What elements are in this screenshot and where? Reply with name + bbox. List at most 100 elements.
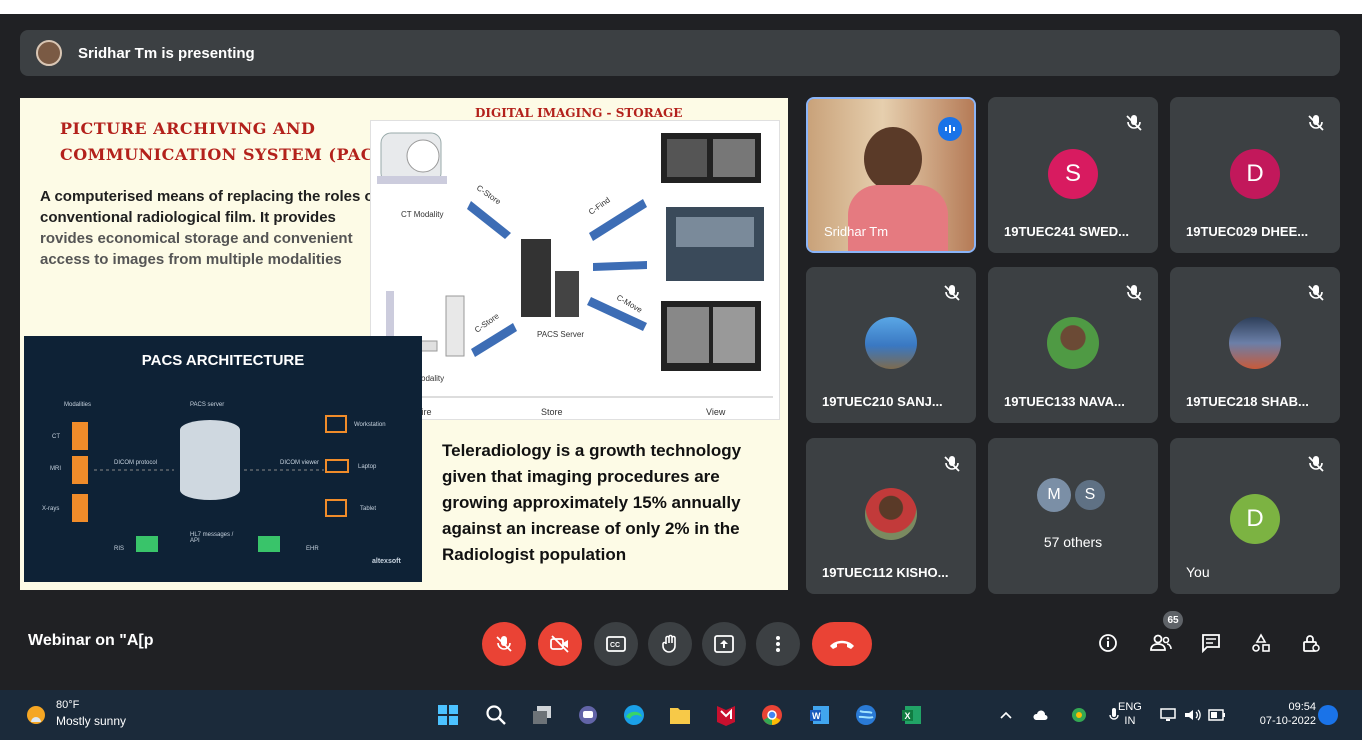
people-count-badge: 65: [1163, 611, 1183, 629]
participant-avatar-photo: [1047, 317, 1099, 369]
notification-badge-icon[interactable]: [1318, 705, 1338, 725]
search-icon[interactable]: [482, 701, 510, 729]
arrow-cstore-1: [467, 201, 511, 239]
presenting-banner: Sridhar Tm is presenting: [20, 30, 1340, 76]
raise-hand-button[interactable]: [648, 622, 692, 666]
participant-tile-others[interactable]: M S 57 others: [988, 438, 1158, 594]
chevron-up-icon: [1000, 711, 1012, 719]
chat-button[interactable]: [1196, 628, 1226, 658]
svg-text:W: W: [812, 711, 821, 721]
info-icon: [1099, 634, 1117, 652]
others-avatar-2: S: [1073, 478, 1107, 512]
mic-off-icon: [1126, 115, 1142, 131]
mic-off-icon: [944, 456, 960, 472]
top-band: [0, 0, 1362, 14]
language-indicator[interactable]: ENG IN: [1118, 700, 1142, 728]
participant-name: 19TUEC133 NAVA...: [1004, 394, 1125, 409]
pacs-server-label: PACS Server: [537, 330, 584, 339]
camera-toggle-button[interactable]: [538, 622, 582, 666]
host-controls-button[interactable]: [1296, 628, 1326, 658]
slide-body-part1: A computerised means of replacing the ro…: [40, 188, 379, 226]
network-sound-battery-icons[interactable]: [1160, 701, 1226, 729]
participant-tile-sridhar[interactable]: Sridhar Tm: [806, 97, 976, 253]
lock-person-icon: [1303, 635, 1320, 652]
mcafee-icon[interactable]: [712, 701, 740, 729]
participant-name: 19TUEC210 SANJ...: [822, 394, 943, 409]
participant-name: Sridhar Tm: [824, 224, 889, 239]
clock-time: 09:54: [1288, 701, 1316, 713]
slide-body-part2: rovides economical storage and convenien…: [40, 230, 353, 268]
activities-icon: [1252, 633, 1270, 652]
hand-icon: [662, 634, 676, 653]
participant-avatar-photo: [865, 317, 917, 369]
participant-tile-swed[interactable]: S 19TUEC241 SWED...: [988, 97, 1158, 253]
start-button-icon[interactable]: [434, 701, 462, 729]
task-view-icon[interactable]: [528, 701, 556, 729]
word-icon[interactable]: W: [806, 701, 834, 729]
participant-avatar-photo: [1229, 317, 1281, 369]
participant-avatar: S: [1048, 149, 1098, 199]
participant-tile-sanj[interactable]: 19TUEC210 SANJ...: [806, 267, 976, 423]
weather-temperature[interactable]: 80°F: [56, 699, 79, 711]
slide-subtitle: DIGITAL IMAGING - STORAGE: [475, 106, 683, 120]
clock-date: 07-10-2022: [1259, 715, 1316, 727]
participant-tile-kisho[interactable]: 19TUEC112 KISHO...: [806, 438, 976, 594]
mic-off-icon: [496, 636, 512, 652]
captions-button[interactable]: CC: [594, 622, 638, 666]
system-tray-icons[interactable]: [1000, 701, 1120, 729]
weather-widget-icon[interactable]: [22, 701, 50, 729]
people-button[interactable]: [1146, 628, 1176, 658]
presenter-avatar: [36, 40, 62, 66]
slide-title: PICTURE ARCHIVING AND COMMUNICATION SYST…: [60, 116, 394, 168]
volume-icon: [1185, 709, 1201, 721]
participant-tile-you[interactable]: D You: [1170, 438, 1340, 594]
excel-icon[interactable]: X: [898, 701, 926, 729]
mic-toggle-button[interactable]: [482, 622, 526, 666]
participant-tile-shab[interactable]: 19TUEC218 SHAB...: [1170, 267, 1340, 423]
present-now-button[interactable]: [702, 622, 746, 666]
teams-chat-icon[interactable]: [574, 701, 602, 729]
participant-tile-nava[interactable]: 19TUEC133 NAVA...: [988, 267, 1158, 423]
file-explorer-icon[interactable]: [666, 701, 694, 729]
mic-off-icon: [1126, 285, 1142, 301]
cfind-label: C-Find: [587, 195, 612, 216]
hang-up-icon: [830, 640, 854, 649]
chat-icon: [1202, 634, 1220, 653]
participant-shirt: [848, 185, 948, 251]
chrome-browser-icon[interactable]: [758, 701, 786, 729]
participant-tile-dhee[interactable]: D 19TUEC029 DHEE...: [1170, 97, 1340, 253]
arrow-middle: [593, 261, 647, 271]
leave-call-button[interactable]: [812, 622, 872, 666]
network-icon: [1160, 708, 1176, 721]
participant-name: 19TUEC112 KISHO...: [822, 565, 949, 580]
app-icon-globe[interactable]: [852, 701, 880, 729]
others-avatar-1: M: [1037, 478, 1071, 512]
participant-name: 19TUEC218 SHAB...: [1186, 394, 1309, 409]
participant-name: 19TUEC241 SWED...: [1004, 224, 1129, 239]
meeting-details-button[interactable]: [1093, 628, 1123, 658]
mic-off-icon: [1308, 285, 1324, 301]
teleradiology-text: Teleradiology is a growth technology giv…: [442, 441, 742, 564]
stage-store: Store: [541, 407, 563, 417]
svg-text:CC: CC: [610, 642, 620, 649]
more-vert-icon: [776, 636, 780, 652]
storage-diagram-graphic: CT Modality X-ray Modality PACS Server C…: [376, 132, 773, 417]
slide-body: A computerised means of replacing the ro…: [40, 186, 380, 270]
camera-off-icon: [550, 635, 569, 653]
edge-browser-icon[interactable]: [620, 701, 648, 729]
others-count-label: 57 others: [1043, 534, 1103, 550]
windows-taskbar: 80°F Mostly sunny W X ENG IN 09:54 07-10…: [0, 690, 1362, 740]
people-icon: [1150, 634, 1172, 651]
more-options-button[interactable]: [756, 622, 800, 666]
clock[interactable]: 09:54 07-10-2022: [1244, 700, 1316, 728]
present-icon: [714, 635, 734, 653]
language-code: ENG: [1118, 701, 1142, 713]
language-region: IN: [1124, 715, 1136, 727]
activities-button[interactable]: [1246, 628, 1276, 658]
ct-modality-label: CT Modality: [401, 210, 444, 219]
weather-description[interactable]: Mostly sunny: [56, 714, 126, 728]
slide-title-line1: PICTURE ARCHIVING AND: [60, 119, 316, 138]
pacs-architecture-panel: PACS ARCHITECTURE Modalities PACS server…: [24, 336, 422, 582]
shared-slide: PICTURE ARCHIVING AND COMMUNICATION SYST…: [20, 98, 788, 590]
speaking-indicator-icon: [938, 117, 962, 141]
